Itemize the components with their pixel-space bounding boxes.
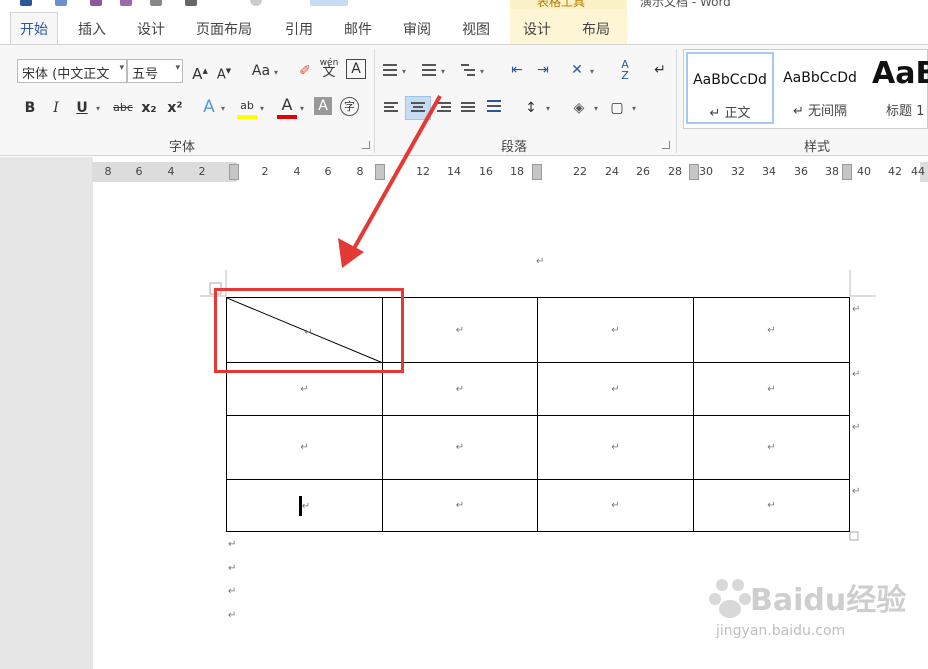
paw-logo-icon <box>709 579 751 618</box>
watermark-text: Baidu经验 <box>750 583 907 618</box>
annotation-arrow <box>338 95 442 268</box>
baidu-watermark: Baidu经验 jingyan.baidu.com <box>708 575 906 645</box>
watermark-url: jingyan.baidu.com <box>716 623 846 639</box>
